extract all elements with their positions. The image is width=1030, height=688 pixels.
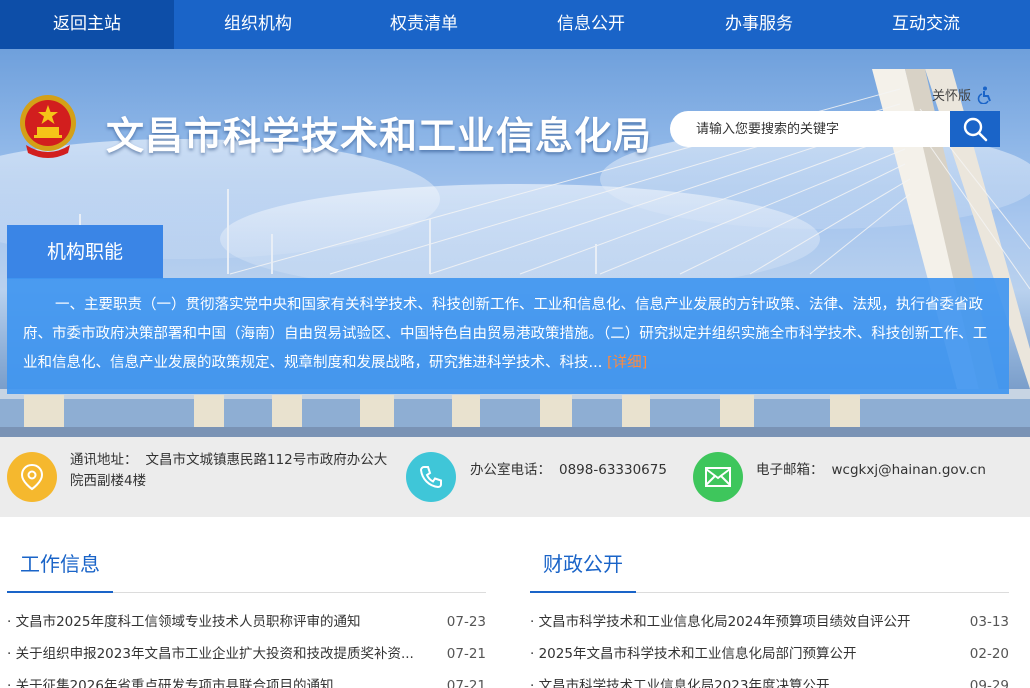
news-date: 02-20 — [969, 646, 1009, 662]
search-box — [670, 111, 1000, 147]
functions-detail-link[interactable]: [详细] — [607, 355, 647, 371]
nav-item-services[interactable]: 办事服务 — [676, 0, 842, 49]
finance-section: 财政公开 · 文昌市科学技术和工业信息化局2024年预算项目绩效自评公开 03-… — [530, 540, 1009, 688]
phone-value: 0898-63330675 — [559, 462, 667, 478]
finance-header: 财政公开 — [530, 540, 1009, 593]
news-title: · 文昌市科学技术和工业信息化局2024年预算项目绩效自评公开 — [530, 614, 911, 630]
national-emblem-icon — [20, 95, 76, 158]
news-title: · 文昌市科学技术工业信息化局2023年度决算公开 — [530, 678, 830, 688]
list-item[interactable]: · 文昌市科学技术和工业信息化局2024年预算项目绩效自评公开 03-13 — [530, 606, 1009, 638]
nav-item-power-list[interactable]: 权责清单 — [342, 0, 506, 49]
search-input[interactable] — [670, 111, 950, 147]
top-nav: 返回主站 组织机构 权责清单 信息公开 办事服务 互动交流 — [0, 0, 1030, 49]
care-mode-label: 关怀版 — [932, 89, 972, 104]
site-title: 文昌市科学技术和工业信息化局 — [106, 114, 653, 158]
news-date: 07-21 — [446, 678, 486, 688]
news-date: 03-13 — [969, 614, 1009, 630]
search-icon — [963, 117, 988, 142]
list-item[interactable]: · 文昌市2025年度科工信领域专业技术人员职称评审的通知 07-23 — [7, 606, 486, 638]
list-item[interactable]: · 关于组织申报2023年文昌市工业企业扩大投资和技改提质奖补资... 07-2… — [7, 638, 486, 670]
accessibility-icon — [977, 86, 991, 104]
work-info-list: · 文昌市2025年度科工信领域专业技术人员职称评审的通知 07-23 · 关于… — [7, 593, 486, 688]
email-icon — [693, 452, 743, 502]
news-title: · 关于征集2026年省重点研发专项市县联合项目的通知 — [7, 678, 334, 688]
functions-text: 一、主要职责（一）贯彻落实党中央和国家有关科学技术、科技创新工作、工业和信息化、… — [23, 297, 988, 371]
address-label: 通讯地址： — [70, 452, 138, 468]
finance-list: · 文昌市科学技术和工业信息化局2024年预算项目绩效自评公开 03-13 · … — [530, 593, 1009, 688]
email-value: wcgkxj@hainan.gov.cn — [831, 462, 986, 478]
contact-phone: 办公室电话： 0898-63330675 — [470, 460, 667, 481]
contact-email: 电子邮箱： wcgkxj@hainan.gov.cn — [756, 460, 986, 481]
header-banner: 文昌市科学技术和工业信息化局 关怀版 机构职能 一、主要职责（一）贯彻落实党中央… — [0, 49, 1030, 438]
nav-item-interaction[interactable]: 互动交流 — [842, 0, 1010, 49]
email-label: 电子邮箱： — [756, 462, 824, 478]
phone-icon — [406, 452, 456, 502]
search-button[interactable] — [950, 111, 1000, 147]
finance-title[interactable]: 财政公开 — [530, 540, 636, 593]
news-title: · 2025年文昌市科学技术和工业信息化局部门预算公开 — [530, 646, 857, 662]
location-icon — [7, 452, 57, 502]
news-date: 07-23 — [446, 614, 486, 630]
work-info-section: 工作信息 · 文昌市2025年度科工信领域专业技术人员职称评审的通知 07-23… — [7, 540, 486, 688]
work-info-header: 工作信息 — [7, 540, 486, 593]
news-title: · 文昌市2025年度科工信领域专业技术人员职称评审的通知 — [7, 614, 361, 630]
phone-label: 办公室电话： — [470, 462, 551, 478]
nav-item-main-site[interactable]: 返回主站 — [0, 0, 174, 49]
nav-item-organization[interactable]: 组织机构 — [174, 0, 342, 49]
list-item[interactable]: · 文昌市科学技术工业信息化局2023年度决算公开 09-29 — [530, 670, 1009, 688]
news-title: · 关于组织申报2023年文昌市工业企业扩大投资和技改提质奖补资... — [7, 646, 414, 662]
functions-tab[interactable]: 机构职能 — [7, 225, 163, 279]
nav-item-info-disclosure[interactable]: 信息公开 — [506, 0, 676, 49]
care-mode-link[interactable]: 关怀版 — [932, 85, 993, 104]
work-info-title[interactable]: 工作信息 — [7, 540, 113, 593]
news-date: 09-29 — [969, 678, 1009, 688]
contact-bar: 通讯地址： 文昌市文城镇惠民路112号市政府办公大院西副楼4楼 办公室电话： 089… — [0, 437, 1030, 517]
functions-description: 一、主要职责（一）贯彻落实党中央和国家有关科学技术、科技创新工作、工业和信息化、… — [7, 278, 1009, 394]
contact-address: 通讯地址： 文昌市文城镇惠民路112号市政府办公大院西副楼4楼 — [70, 450, 400, 492]
list-item[interactable]: · 2025年文昌市科学技术和工业信息化局部门预算公开 02-20 — [530, 638, 1009, 670]
news-date: 07-21 — [446, 646, 486, 662]
list-item[interactable]: · 关于征集2026年省重点研发专项市县联合项目的通知 07-21 — [7, 670, 486, 688]
